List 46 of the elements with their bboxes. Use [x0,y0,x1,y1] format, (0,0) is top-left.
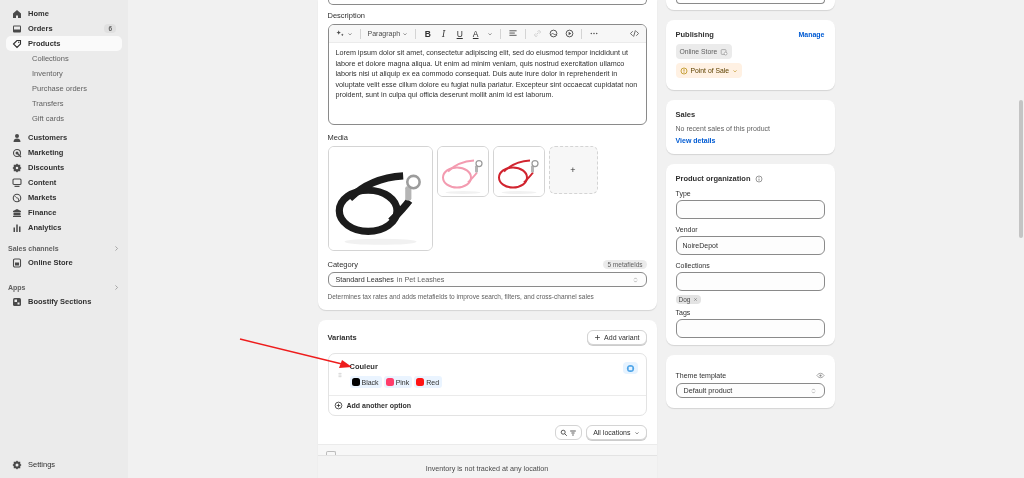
edit-button[interactable] [622,362,638,374]
format-button[interactable]: B [423,28,433,39]
chevron-icon [113,244,120,252]
store-icon [12,257,22,268]
code-icon [629,29,639,38]
close-icon [693,297,699,302]
align-icon [508,29,519,38]
link-icon [533,29,543,38]
target-icon [12,147,22,158]
rich-text-editor[interactable] [327,24,647,125]
monitor-icon [12,177,22,188]
caret-icon [633,429,640,436]
ai-button[interactable] [335,29,353,38]
caret-icon [346,30,353,37]
eye-icon [815,371,825,380]
video-icon [565,29,575,38]
bar-chart-icon [12,222,22,233]
person-icon [12,132,22,143]
plus-circle-icon [333,401,343,410]
format-button[interactable]: U [455,28,465,39]
sparkle-icon [335,29,345,38]
search-icon [560,428,569,437]
filter-icon [569,428,578,437]
plus-icon [594,334,602,341]
bank-icon [12,207,22,218]
caret-icon [487,30,494,37]
info-icon [754,174,763,183]
badge-icon [12,162,22,173]
caret-icon [732,67,739,74]
chevron-icon [113,283,120,291]
add-media-button[interactable]: + [548,146,598,194]
caret-icon [402,30,409,37]
format-button[interactable]: I [439,28,449,39]
input-field[interactable] [675,200,825,219]
app-icon [12,296,22,307]
home-icon [12,8,22,19]
image-icon [549,29,559,38]
scrollbar[interactable] [1019,100,1023,238]
tag-icon [12,38,22,49]
inbox-icon [12,23,22,34]
warning-icon [679,66,688,75]
input-field[interactable] [675,272,825,291]
input-field[interactable] [675,319,825,338]
format-button[interactable]: A [471,28,481,39]
gear-icon [12,459,22,470]
search-filter-button[interactable] [555,425,583,440]
